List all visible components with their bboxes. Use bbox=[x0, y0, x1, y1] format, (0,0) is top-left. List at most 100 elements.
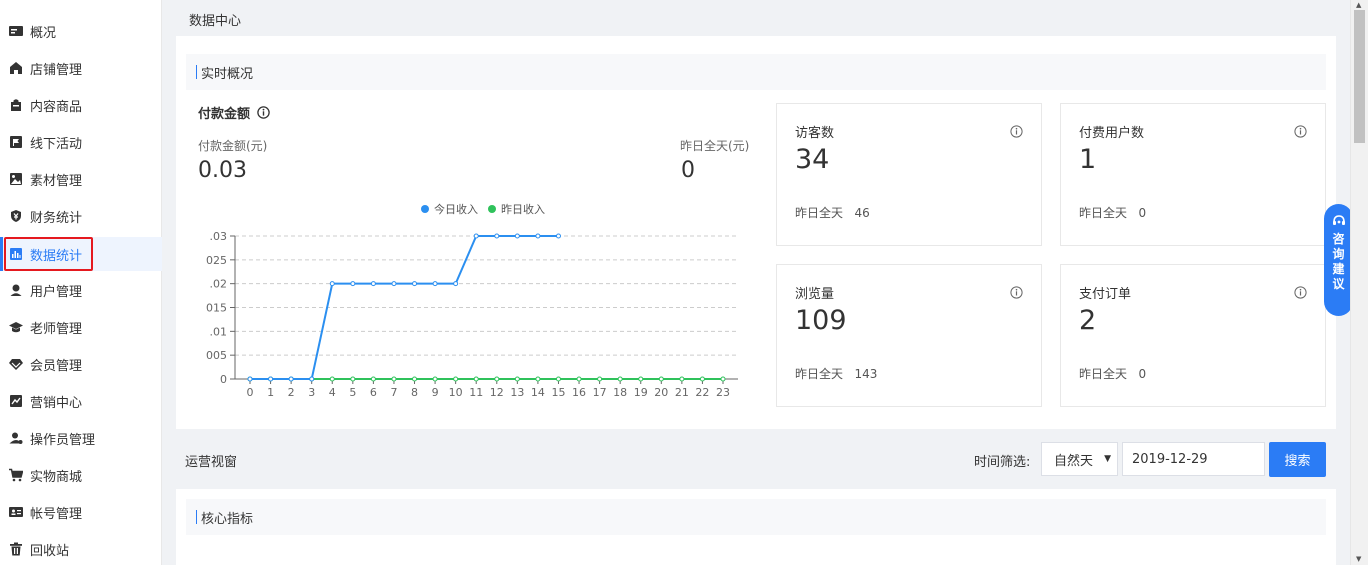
x-tick-label: 22 bbox=[695, 386, 709, 399]
yuan-shield-icon bbox=[9, 209, 23, 223]
stat-yesterday: 昨日全天 143 bbox=[795, 365, 877, 382]
time-filter-label: 时间筛选: bbox=[974, 455, 1031, 470]
core-metrics-card: 核心指标 bbox=[176, 489, 1336, 565]
data-point bbox=[432, 281, 438, 287]
stat-yesterday-value: 0 bbox=[1138, 367, 1147, 381]
sidebar-item-users[interactable]: 用户管理 bbox=[0, 273, 162, 307]
flag-icon bbox=[9, 135, 23, 149]
sidebar-item-account[interactable]: 帐号管理 bbox=[0, 495, 162, 529]
stat-yesterday-label: 昨日全天 bbox=[795, 206, 844, 220]
x-tick-label: 23 bbox=[716, 386, 730, 399]
date-input[interactable] bbox=[1122, 442, 1265, 476]
stat-yesterday-value: 46 bbox=[854, 206, 870, 220]
data-point bbox=[658, 376, 664, 382]
sidebar-item-label: 营销中心 bbox=[30, 395, 83, 411]
stat-card-paying-users: 付费用户数 1 昨日全天 0 bbox=[1060, 103, 1326, 246]
consult-suggestion-button[interactable]: 咨 询 建 议 bbox=[1324, 204, 1353, 316]
caret-down-icon: ▼ bbox=[1104, 454, 1111, 464]
info-icon[interactable] bbox=[1294, 286, 1307, 299]
payment-title-text: 付款金额 bbox=[198, 107, 251, 122]
sidebar-item-material[interactable]: 素材管理 bbox=[0, 162, 162, 196]
info-icon[interactable] bbox=[1010, 286, 1023, 299]
x-tick-label: 4 bbox=[329, 386, 336, 399]
x-tick-label: 9 bbox=[432, 386, 439, 399]
info-icon[interactable] bbox=[257, 106, 270, 119]
scroll-down-arrow-icon[interactable]: ▼ bbox=[1356, 555, 1361, 563]
payment-title: 付款金额 bbox=[198, 103, 270, 122]
sidebar-item-label: 素材管理 bbox=[30, 173, 83, 189]
sidebar-item-marketing[interactable]: 营销中心 bbox=[0, 384, 162, 418]
data-point bbox=[473, 233, 479, 239]
bag-icon bbox=[9, 98, 23, 112]
sidebar-item-label: 数据统计 bbox=[30, 248, 83, 264]
sidebar-item-content[interactable]: 内容商品 bbox=[0, 88, 162, 122]
trend-chart-icon bbox=[9, 394, 23, 408]
search-button[interactable]: 搜索 bbox=[1269, 442, 1326, 477]
info-icon[interactable] bbox=[1010, 125, 1023, 138]
data-point bbox=[535, 376, 541, 382]
trash-icon bbox=[9, 542, 23, 556]
sidebar-item-mall[interactable]: 实物商城 bbox=[0, 458, 162, 492]
data-point bbox=[597, 376, 603, 382]
x-tick-label: 19 bbox=[634, 386, 648, 399]
x-tick-label: 0 bbox=[247, 386, 254, 399]
stat-yesterday-label: 昨日全天 bbox=[795, 367, 844, 381]
data-point bbox=[350, 376, 356, 382]
stat-value: 2 bbox=[1079, 305, 1097, 336]
sidebar-item-label: 老师管理 bbox=[30, 321, 83, 337]
y-tick-label: 025 bbox=[206, 254, 227, 267]
bar-chart-icon bbox=[9, 247, 23, 261]
card-icon bbox=[9, 24, 23, 38]
sidebar-item-finance[interactable]: 财务统计 bbox=[0, 199, 162, 233]
page-title: 数据中心 bbox=[189, 14, 242, 29]
sidebar-item-shop[interactable]: 店铺管理 bbox=[0, 51, 162, 85]
image-icon bbox=[9, 172, 23, 186]
scrollbar-thumb[interactable] bbox=[1354, 10, 1365, 143]
sidebar-item-label: 回收站 bbox=[30, 543, 70, 559]
data-point bbox=[412, 376, 418, 382]
y-tick-label: .01 bbox=[210, 325, 228, 338]
diamond-icon bbox=[9, 357, 23, 371]
legend-label: 今日收入 bbox=[434, 202, 478, 216]
legend-label: 昨日收入 bbox=[501, 202, 545, 216]
sidebar-item-operators[interactable]: 操作员管理 bbox=[0, 421, 162, 455]
data-point bbox=[494, 233, 500, 239]
sidebar-item-teachers[interactable]: 老师管理 bbox=[0, 310, 162, 344]
y-tick-label: 005 bbox=[206, 349, 227, 362]
sidebar-item-label: 财务统计 bbox=[30, 210, 83, 226]
data-point bbox=[432, 376, 438, 382]
y-tick-label: .03 bbox=[210, 230, 228, 243]
scroll-up-arrow-icon[interactable]: ▲ bbox=[1356, 1, 1361, 9]
data-point bbox=[453, 281, 459, 287]
period-select[interactable]: 自然天 ▼ bbox=[1041, 442, 1118, 476]
info-icon[interactable] bbox=[1294, 125, 1307, 138]
operations-title: 运营视窗 bbox=[185, 455, 238, 470]
realtime-section-header: 实时概况 bbox=[186, 54, 1326, 90]
data-point bbox=[617, 376, 623, 382]
legend-marker bbox=[488, 205, 496, 213]
data-point bbox=[494, 376, 500, 382]
core-section-title: 核心指标 bbox=[201, 511, 254, 527]
sidebar-item-offline[interactable]: 线下活动 bbox=[0, 125, 162, 159]
realtime-section-title: 实时概况 bbox=[201, 66, 254, 82]
sidebar-item-overview[interactable]: 概况 bbox=[0, 14, 162, 48]
id-card-icon bbox=[9, 505, 23, 519]
x-tick-label: 5 bbox=[349, 386, 356, 399]
x-tick-label: 10 bbox=[449, 386, 463, 399]
x-tick-label: 12 bbox=[490, 386, 504, 399]
stat-yesterday: 昨日全天 0 bbox=[1079, 204, 1146, 221]
consult-char: 建 bbox=[1332, 262, 1345, 276]
data-point bbox=[309, 376, 315, 382]
data-point bbox=[720, 376, 726, 382]
sidebar-item-data-stats[interactable]: 数据统计 bbox=[0, 237, 162, 271]
x-tick-label: 17 bbox=[593, 386, 607, 399]
payment-line-chart: 0005.01015.02025.030 1 2 3 4 5 6 7 8 9 10 11 12 13 14 1… bbox=[206, 202, 738, 399]
sidebar-item-members[interactable]: 会员管理 bbox=[0, 347, 162, 381]
data-point bbox=[638, 376, 644, 382]
x-tick-label: 14 bbox=[531, 386, 545, 399]
stat-card-orders: 支付订单 2 昨日全天 0 bbox=[1060, 264, 1326, 407]
scrollbar[interactable]: ▲ ▼ bbox=[1350, 0, 1368, 565]
graduation-cap-icon bbox=[9, 320, 23, 334]
user-icon bbox=[9, 283, 23, 297]
sidebar-item-recycle[interactable]: 回收站 bbox=[0, 532, 162, 565]
